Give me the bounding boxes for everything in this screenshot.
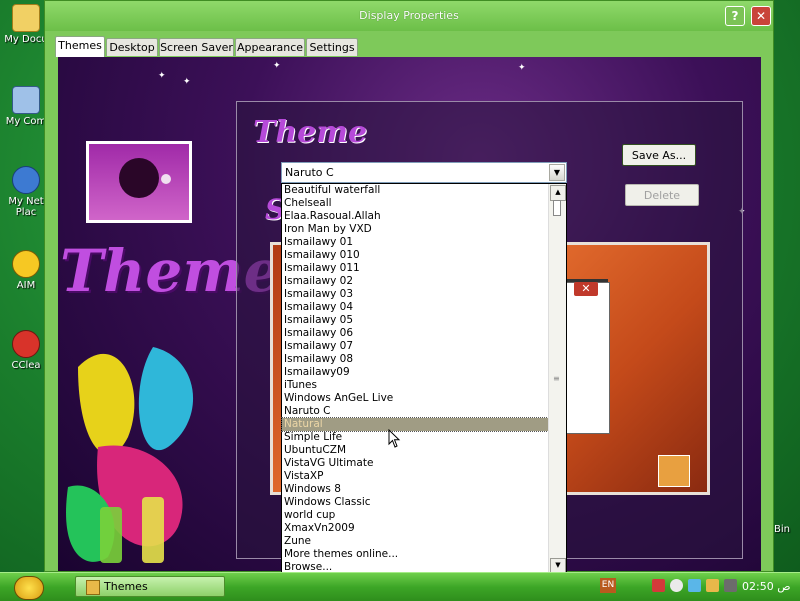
star-decoration: ✦ (183, 77, 191, 87)
theme-heading: Theme (253, 115, 368, 150)
chevron-down-icon[interactable]: ▼ (549, 164, 565, 181)
theme-option[interactable]: Elaa.Rasoual.Allah (282, 210, 548, 223)
mouse-cursor-icon (388, 429, 401, 448)
language-indicator[interactable]: EN (600, 578, 616, 593)
theme-dropdown-list[interactable]: Beautiful waterfall Chelseall Elaa.Rasoual… (281, 183, 567, 575)
shield-icon[interactable] (652, 579, 665, 592)
preview-desktop-icon (658, 455, 690, 487)
printer-tray-icon[interactable] (706, 579, 719, 592)
close-button[interactable]: ✕ (751, 6, 771, 26)
star-decoration: ✦ (518, 63, 526, 73)
scroll-up-icon[interactable]: ▲ (550, 185, 566, 201)
theme-option[interactable]: More themes online... (282, 548, 548, 561)
theme-option[interactable]: Ismailawy 01 (282, 236, 548, 249)
theme-option[interactable]: Windows 8 (282, 483, 548, 496)
theme-option[interactable]: Ismailawy 010 (282, 249, 548, 262)
theme-option[interactable]: Ismailawy 02 (282, 275, 548, 288)
moon-image (161, 174, 171, 184)
aim-icon (12, 250, 40, 278)
folder-icon (86, 580, 100, 595)
star-decoration: ✦ (273, 61, 281, 71)
preview-window (563, 282, 610, 434)
clock[interactable]: 02:50 ص (742, 580, 791, 593)
theme-option[interactable]: iTunes (282, 379, 548, 392)
folder-icon (12, 4, 40, 32)
theme-option[interactable]: Ismailawy 06 (282, 327, 548, 340)
tab-screen-saver[interactable]: Screen Saver (159, 38, 234, 56)
ccleaner-icon (12, 330, 40, 358)
theme-option[interactable]: Zune (282, 535, 548, 548)
theme-option[interactable]: Ismailawy09 (282, 366, 548, 379)
theme-select[interactable]: Naruto C ▼ (281, 162, 567, 183)
recycle-bin-label[interactable]: Bin (774, 524, 790, 535)
theme-option[interactable]: Iron Man by VXD (282, 223, 548, 236)
theme-option[interactable]: Naruto C (282, 405, 548, 418)
theme-option[interactable]: Ismailawy 07 (282, 340, 548, 353)
theme-option[interactable]: Windows AnGeL Live (282, 392, 548, 405)
preview-close-icon: ✕ (574, 282, 598, 296)
network-tray-icon[interactable] (688, 579, 701, 592)
theme-option[interactable]: UbuntuCZM (282, 444, 548, 457)
theme-select-value: Naruto C (285, 166, 334, 179)
tree-image (119, 158, 159, 198)
dropdown-scrollbar[interactable]: ▲ ≡ ▼ (548, 184, 566, 574)
theme-option[interactable]: VistaVG Ultimate (282, 457, 548, 470)
tab-themes[interactable]: Themes (55, 36, 105, 57)
star-decoration: ✦ (158, 71, 166, 81)
tab-appearance[interactable]: Appearance (235, 38, 305, 56)
scrollbar-thumb[interactable] (553, 200, 561, 216)
network-icon (12, 166, 40, 194)
theme-option[interactable]: Ismailawy 04 (282, 301, 548, 314)
theme-option[interactable]: Windows Classic (282, 496, 548, 509)
theme-option[interactable]: VistaXP (282, 470, 548, 483)
window-title: Display Properties (359, 9, 459, 22)
taskbar-item-label: Themes (104, 580, 148, 593)
delete-button[interactable]: Delete (625, 184, 699, 206)
display-tray-icon[interactable] (724, 579, 737, 592)
theme-option[interactable]: world cup (282, 509, 548, 522)
theme-option[interactable]: Beautiful waterfall (282, 184, 548, 197)
theme-option[interactable]: Simple Life (282, 431, 548, 444)
tab-desktop[interactable]: Desktop (106, 38, 158, 56)
minus-circle-icon[interactable] (670, 579, 683, 592)
theme-options: Beautiful waterfall Chelseall Elaa.Rasoual… (281, 184, 549, 574)
title-bar[interactable]: Display Properties ? ✕ (45, 1, 773, 31)
taskbar: Themes EN 02:50 ص (0, 572, 800, 601)
theme-option[interactable]: Ismailawy 08 (282, 353, 548, 366)
taskbar-item-themes[interactable]: Themes (75, 576, 225, 597)
tab-settings[interactable]: Settings (306, 38, 358, 56)
save-as-button[interactable]: Save As... (622, 144, 696, 166)
theme-option[interactable]: Chelseall (282, 197, 548, 210)
help-button[interactable]: ? (725, 6, 745, 26)
theme-option[interactable]: Ismailawy 011 (282, 262, 548, 275)
theme-option[interactable]: Ismailawy 03 (282, 288, 548, 301)
start-button[interactable] (14, 576, 44, 600)
theme-option[interactable]: XmaxVn2009 (282, 522, 548, 535)
paint-splash-decoration (66, 347, 194, 563)
computer-icon (12, 86, 40, 114)
tree-photo-decoration (86, 141, 192, 223)
theme-option[interactable]: Natural (281, 417, 549, 432)
theme-option[interactable]: Ismailawy 05 (282, 314, 548, 327)
scrollbar-grip-icon: ≡ (553, 374, 560, 383)
